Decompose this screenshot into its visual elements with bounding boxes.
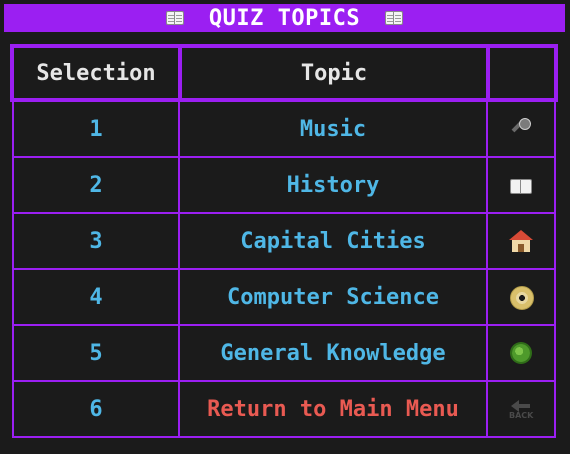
quiz-topics-table: Selection Topic 1 Music 2 History 3 Capi… bbox=[10, 44, 558, 438]
table-row[interactable]: 5 General Knowledge bbox=[12, 326, 556, 382]
open-book-icon bbox=[165, 11, 185, 25]
dvd-disc-icon bbox=[508, 284, 534, 310]
return-to-main-menu-button[interactable]: Return to Main Menu bbox=[180, 382, 488, 436]
microphone-icon bbox=[508, 116, 534, 142]
page-title: QUIZ TOPICS bbox=[208, 5, 361, 31]
table-row[interactable]: 3 Capital Cities bbox=[12, 214, 556, 270]
selection-number: 6 bbox=[14, 382, 180, 436]
selection-number: 1 bbox=[14, 102, 180, 156]
table-row[interactable]: 6 Return to Main Menu BACK bbox=[12, 382, 556, 438]
topic-label[interactable]: Capital Cities bbox=[180, 214, 488, 268]
topic-label[interactable]: General Knowledge bbox=[180, 326, 488, 380]
header-icon bbox=[490, 48, 554, 98]
open-book-icon bbox=[508, 172, 534, 198]
selection-number: 5 bbox=[14, 326, 180, 380]
back-label: BACK bbox=[509, 411, 534, 420]
selection-number: 2 bbox=[14, 158, 180, 212]
header-selection: Selection bbox=[14, 48, 182, 98]
title-bar: QUIZ TOPICS bbox=[4, 4, 565, 32]
open-book-icon bbox=[384, 11, 404, 25]
selection-number: 3 bbox=[14, 214, 180, 268]
table-row[interactable]: 2 History bbox=[12, 158, 556, 214]
table-row[interactable]: 1 Music bbox=[12, 102, 556, 158]
topic-label[interactable]: Music bbox=[180, 102, 488, 156]
back-arrow-icon: BACK bbox=[508, 396, 534, 422]
topic-label[interactable]: Computer Science bbox=[180, 270, 488, 324]
topic-label[interactable]: History bbox=[180, 158, 488, 212]
header-topic: Topic bbox=[182, 48, 490, 98]
selection-number: 4 bbox=[14, 270, 180, 324]
table-row[interactable]: 4 Computer Science bbox=[12, 270, 556, 326]
table-header: Selection Topic bbox=[10, 44, 558, 102]
house-icon bbox=[508, 228, 534, 254]
microbe-icon bbox=[508, 340, 534, 366]
